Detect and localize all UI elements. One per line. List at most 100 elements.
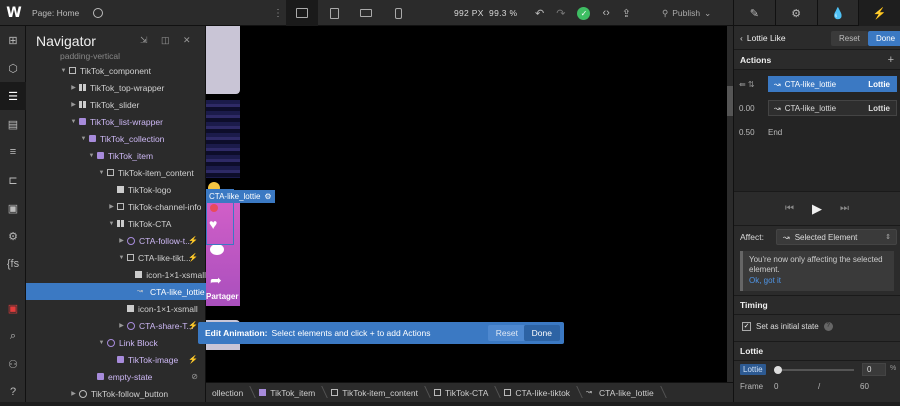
tree-row[interactable]: ▶ CTA-follow-t... ⚡: [26, 232, 206, 249]
affect-select[interactable]: ↝ Selected Element ⇕: [776, 229, 897, 245]
undo-icon[interactable]: ↶: [535, 7, 544, 20]
tree-row-selected[interactable]: ↝ CTA-like_lottie: [26, 283, 206, 300]
frame-value[interactable]: 0: [774, 382, 778, 391]
tree-row[interactable]: ▶ TikTok_top-wrapper: [26, 79, 206, 96]
breadcrumb-item[interactable]: TikTok-CTA: [428, 388, 498, 398]
tree-row[interactable]: ▶ TikTok-follow_button: [26, 385, 206, 402]
caret-down-icon[interactable]: ▼: [70, 119, 77, 125]
comment-bubble-icon[interactable]: [210, 244, 224, 255]
tree-row[interactable]: empty-state ⊘: [26, 368, 206, 385]
tablet-breakpoint-button[interactable]: [318, 0, 350, 26]
settings-gear-tab[interactable]: ⚙: [774, 0, 817, 26]
tree-row[interactable]: ▶ CTA-share-T... ⚡: [26, 317, 206, 334]
add-plus-icon[interactable]: ⊞: [0, 26, 26, 54]
tree-row-partial[interactable]: padding-vertical: [26, 50, 206, 62]
style-manager-drops-tab[interactable]: 💧: [816, 0, 859, 26]
caret-right-icon[interactable]: ▶: [118, 322, 125, 329]
collapse-icon[interactable]: ⇲: [140, 35, 148, 46]
navigator-icon[interactable]: ☰: [0, 82, 26, 110]
publish-button[interactable]: ⚲ Publish ⌄: [662, 0, 711, 26]
lottie-percent-input[interactable]: 0: [862, 363, 886, 376]
interactions-bolt-tab[interactable]: ⚡: [858, 0, 900, 26]
selected-element-tag[interactable]: CTA-like_lottie ⚙: [206, 190, 275, 203]
more-dots-icon[interactable]: ⋮: [270, 8, 286, 19]
ecommerce-cart-icon[interactable]: ⊏: [0, 166, 26, 194]
caret-down-icon[interactable]: ▼: [88, 153, 95, 159]
caret-right-icon[interactable]: ▶: [118, 237, 125, 244]
record-icon[interactable]: ▣: [0, 294, 26, 322]
tree-row[interactable]: ▼ TikTok_list-wrapper: [26, 113, 206, 130]
desktop-breakpoint-button[interactable]: [286, 0, 318, 26]
tree-row[interactable]: ▼ Link Block: [26, 334, 206, 351]
assets-images-icon[interactable]: ▣: [0, 194, 26, 222]
tree-row[interactable]: ▶ TikTok-channel-info: [26, 198, 206, 215]
design-canvas[interactable]: ♥ ➦ Partager CTA-like_lottie ⚙: [206, 26, 733, 402]
action-row[interactable]: ⇚ ⇅ ↝ CTA-like_lottie Lottie: [734, 76, 900, 92]
tree-row[interactable]: TikTok-image ⚡: [26, 351, 206, 368]
lottie-slider-knob[interactable]: [774, 366, 782, 374]
pages-icon[interactable]: ▤: [0, 110, 26, 138]
code-icon[interactable]: ‹›: [602, 7, 609, 19]
panel-done-button[interactable]: Done: [868, 31, 900, 46]
gear-icon[interactable]: ⚙: [264, 192, 271, 201]
tree-row[interactable]: TikTok-logo: [26, 181, 206, 198]
initial-state-row[interactable]: ✓ Set as initial state ?: [734, 315, 900, 337]
settings-gear-icon[interactable]: ⚙: [0, 222, 26, 250]
edit-done-button[interactable]: Done: [523, 325, 560, 341]
caret-down-icon[interactable]: ▼: [118, 255, 125, 261]
cms-database-icon[interactable]: ≡: [0, 138, 26, 166]
skip-back-icon[interactable]: ⏮: [785, 203, 794, 214]
users-icon[interactable]: ⚇: [0, 350, 26, 378]
tree-row[interactable]: ▼ TikTok-item_content: [26, 164, 206, 181]
symbols-cube-icon[interactable]: ⬡: [0, 54, 26, 82]
breadcrumb-item[interactable]: TikTok-item_content: [325, 388, 428, 398]
search-icon[interactable]: ⌕: [0, 322, 26, 350]
close-icon[interactable]: ✕: [183, 35, 191, 46]
caret-down-icon[interactable]: ▼: [60, 68, 67, 74]
help-icon[interactable]: ?: [823, 321, 833, 331]
export-icon[interactable]: ⇪: [622, 7, 631, 20]
breadcrumb-item[interactable]: ↝ CTA-like_lottie: [580, 388, 664, 398]
panel-reset-button[interactable]: Reset: [831, 31, 868, 46]
page-selector[interactable]: Page: Home: [32, 8, 79, 18]
caret-down-icon[interactable]: ▼: [108, 221, 115, 227]
chevron-left-icon[interactable]: ‹: [740, 33, 743, 43]
tree-row[interactable]: icon-1×1-xsmall: [26, 300, 206, 317]
caret-right-icon[interactable]: ▶: [108, 203, 115, 210]
caret-right-icon[interactable]: ▶: [70, 101, 77, 108]
breadcrumb-item[interactable]: CTA-like-tiktok: [498, 388, 580, 398]
action-pill[interactable]: ↝ CTA-like_lottie Lottie: [768, 100, 897, 116]
tree-row[interactable]: icon-1×1-xsmall: [26, 266, 206, 283]
caret-right-icon[interactable]: ▶: [70, 84, 77, 91]
caret-down-icon[interactable]: ▼: [98, 170, 105, 176]
notice-dismiss-link[interactable]: Ok, got it: [749, 276, 888, 286]
tree-row[interactable]: ▼ TikTok_item: [26, 147, 206, 164]
breadcrumb-item[interactable]: TikTok_item: [253, 388, 325, 398]
tree-row[interactable]: ▼ TikTok_component: [26, 62, 206, 79]
initial-state-checkbox[interactable]: ✓: [742, 321, 751, 331]
play-icon[interactable]: ▶: [812, 201, 822, 217]
style-brush-tab[interactable]: ✎: [733, 0, 775, 26]
finsweet-fs-icon[interactable]: {fs: [0, 250, 26, 278]
redo-icon[interactable]: ↷: [556, 7, 565, 20]
caret-right-icon[interactable]: ▶: [70, 390, 77, 397]
skip-forward-icon[interactable]: ⏭: [840, 203, 849, 214]
action-pill-selected[interactable]: ↝ CTA-like_lottie Lottie: [768, 76, 897, 92]
mobile-portrait-button[interactable]: [382, 0, 414, 26]
webflow-logo[interactable]: W: [0, 0, 28, 26]
breadcrumb-item[interactable]: ollection: [206, 388, 253, 398]
share-arrow-icon[interactable]: ➦: [210, 272, 222, 289]
edit-reset-button[interactable]: Reset: [487, 325, 526, 341]
dock-icon[interactable]: ◫: [161, 35, 170, 46]
add-action-plus-icon[interactable]: +: [888, 54, 894, 66]
action-row[interactable]: 0.00 ↝ CTA-like_lottie Lottie: [734, 100, 900, 116]
preview-eye-icon[interactable]: [93, 7, 104, 18]
tree-row[interactable]: ▼ TikTok-CTA: [26, 215, 206, 232]
tree-row[interactable]: ▶ TikTok_slider: [26, 96, 206, 113]
tree-row[interactable]: ▼ CTA-like-tikt... ⚡: [26, 249, 206, 266]
caret-down-icon[interactable]: ▼: [80, 136, 87, 142]
mobile-landscape-button[interactable]: [350, 0, 382, 26]
caret-down-icon[interactable]: ▼: [98, 340, 105, 346]
lottie-slider-track[interactable]: [774, 369, 854, 371]
tree-row[interactable]: ▼ TikTok_collection: [26, 130, 206, 147]
